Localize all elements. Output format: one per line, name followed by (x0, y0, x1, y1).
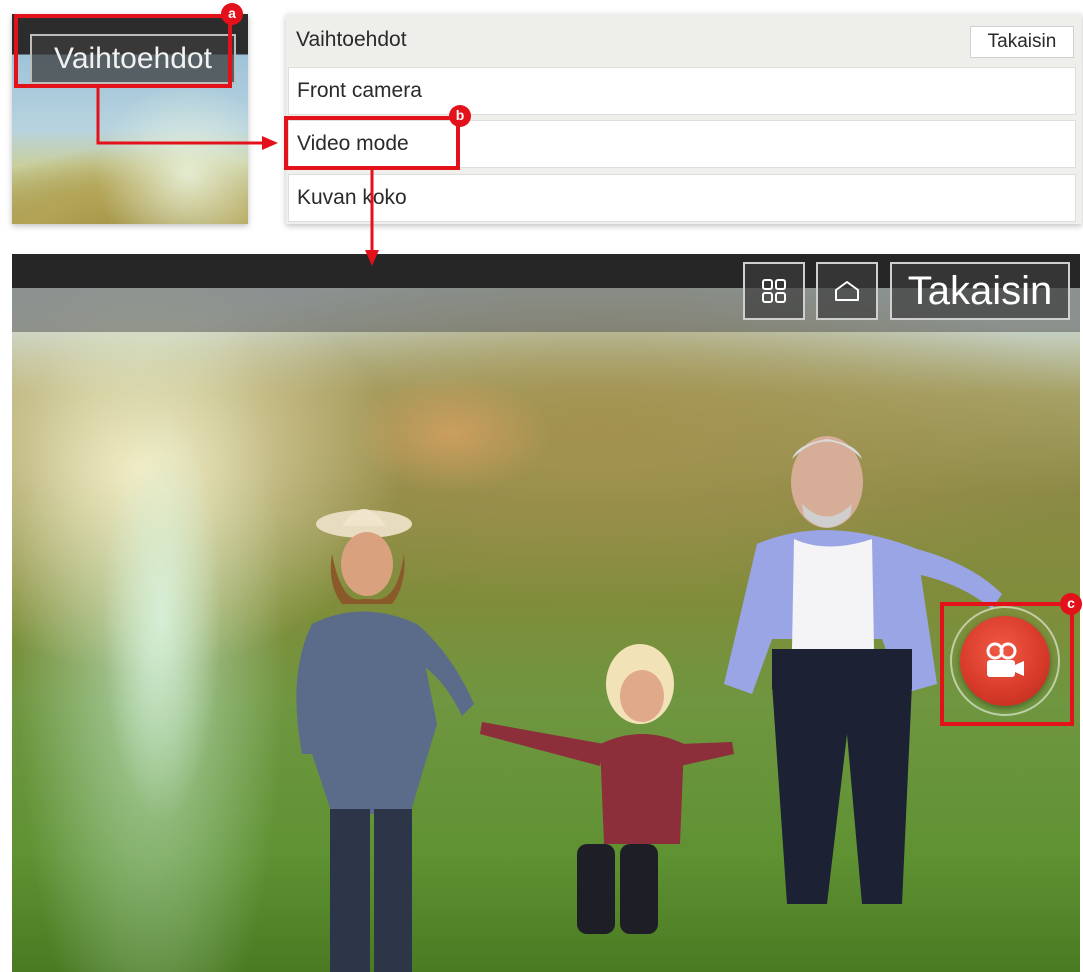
callout-badge-c: c (1060, 593, 1082, 615)
callout-highlight-a (14, 14, 232, 88)
callout-highlight-c (940, 602, 1074, 726)
callout-badge-b: b (449, 105, 471, 127)
callout-connectors (96, 88, 379, 266)
callout-badge-a: a (221, 3, 243, 25)
callout-highlight-b (284, 116, 460, 170)
